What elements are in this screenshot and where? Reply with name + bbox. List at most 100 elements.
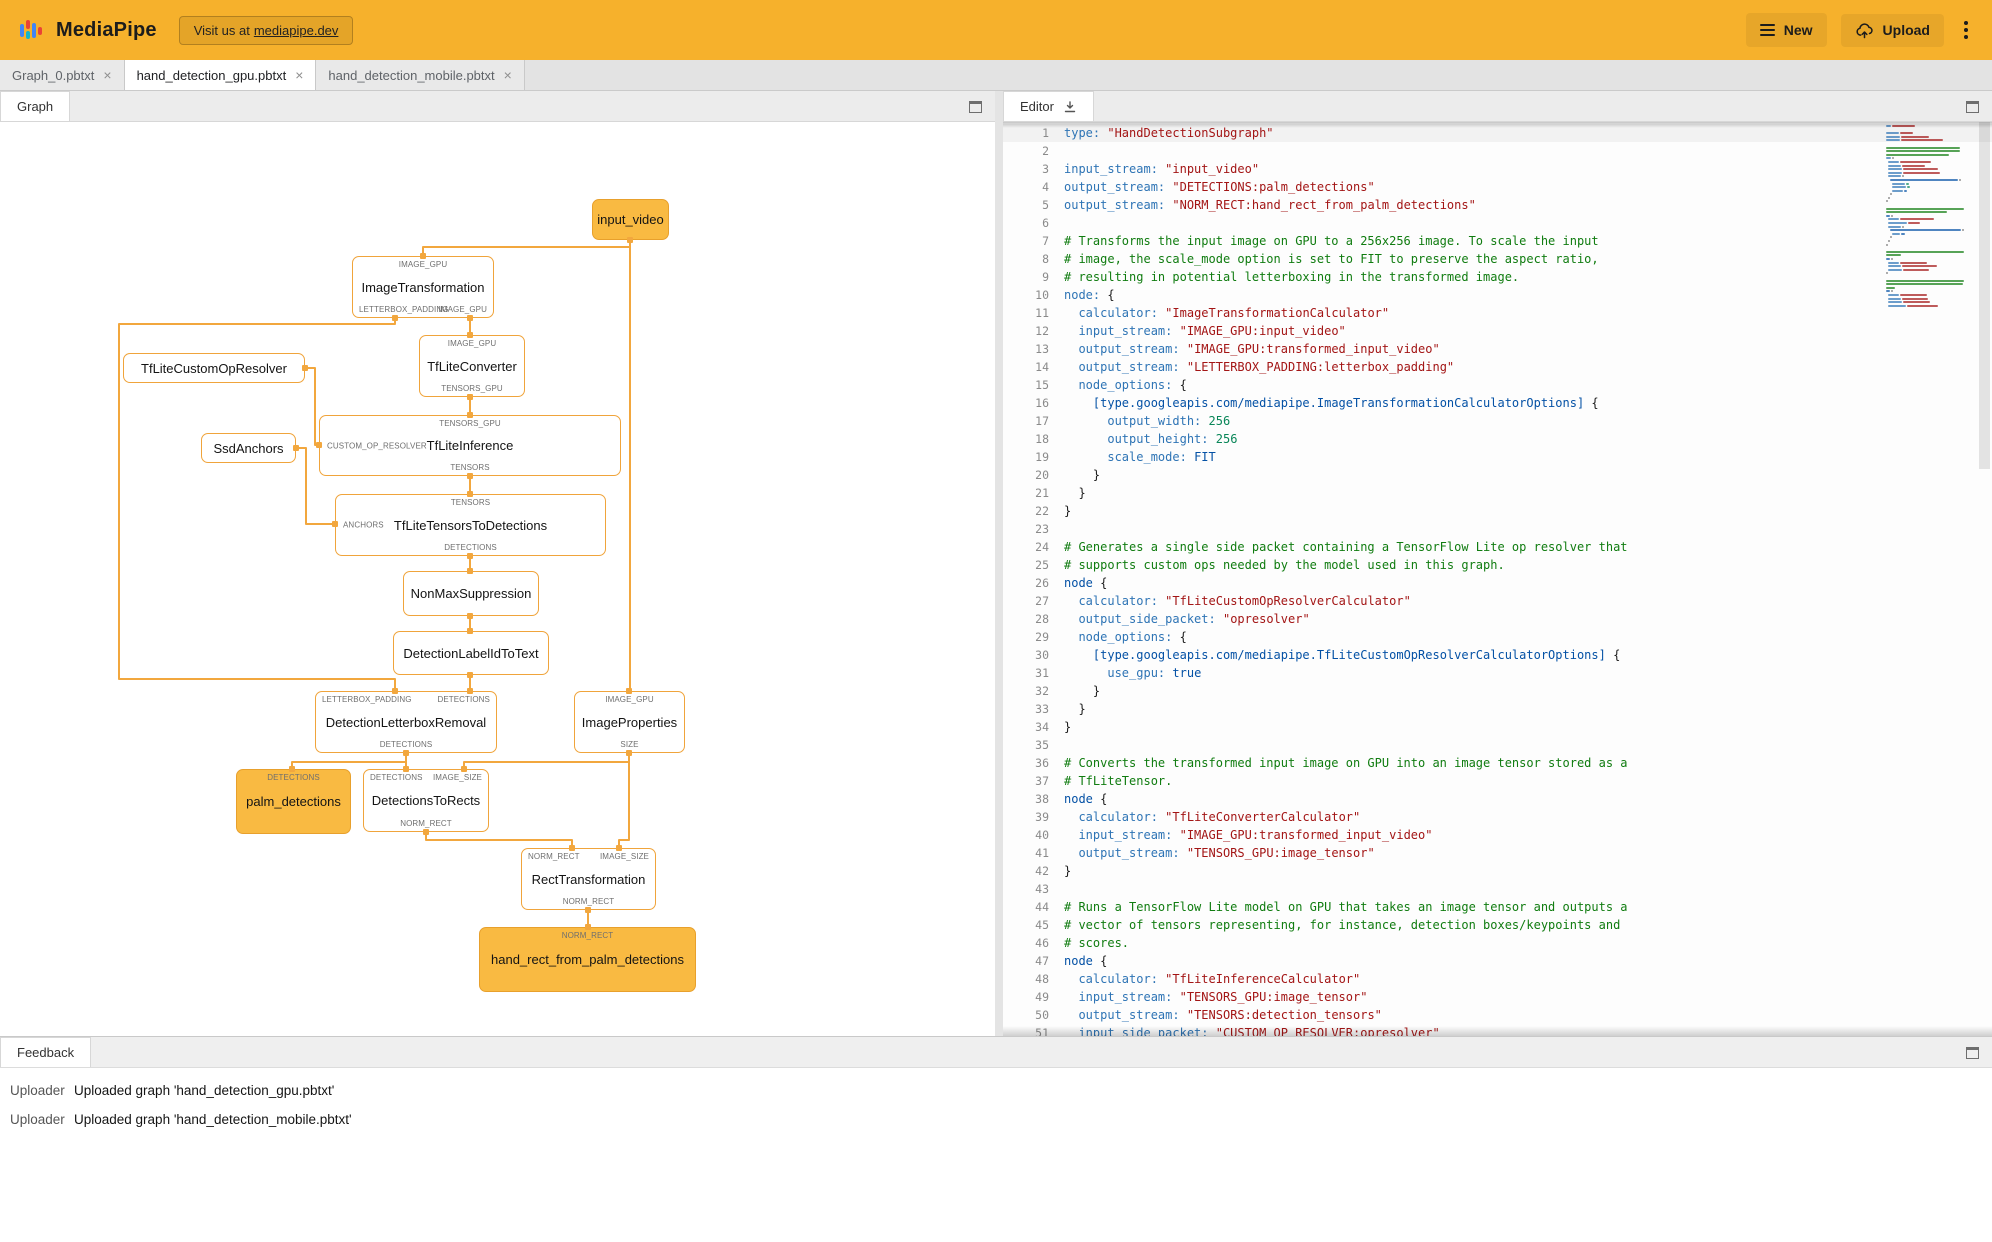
code-line[interactable]: 1 type: "HandDetectionSubgraph" (1003, 124, 1992, 142)
code-line[interactable]: 16 [type.googleapis.com/mediapipe.ImageT… (1003, 394, 1992, 412)
code-line[interactable]: 21 } (1003, 484, 1992, 502)
code-line[interactable]: 27 calculator: "TfLiteCustomOpResolverCa… (1003, 592, 1992, 610)
code-line[interactable]: 39 calculator: "TfLiteConverterCalculato… (1003, 808, 1992, 826)
code-line[interactable]: 50 output_stream: "TENSORS:detection_ten… (1003, 1006, 1992, 1024)
code-line[interactable]: 18 output_height: 256 (1003, 430, 1992, 448)
graph-node-image_properties[interactable]: ImageProperties IMAGE_GPU SIZE (574, 691, 685, 753)
node-label: hand_rect_from_palm_detections (491, 952, 684, 967)
feedback-maximize-icon[interactable] (1966, 1047, 1979, 1059)
graph-node-hand_rect_from_palm_detections[interactable]: hand_rect_from_palm_detections NORM_RECT (479, 927, 696, 992)
file-tab[interactable]: hand_detection_gpu.pbtxt × (124, 60, 317, 90)
graph-node-detection_label_id_to_text[interactable]: DetectionLabelIdToText (393, 631, 549, 675)
code-line[interactable]: 19 scale_mode: FIT (1003, 448, 1992, 466)
code-line[interactable]: 14 output_stream: "LETTERBOX_PADDING:let… (1003, 358, 1992, 376)
graph-node-detections_to_rects[interactable]: DetectionsToRects DETECTIONS IMAGE_SIZE NOR… (363, 769, 489, 832)
code-line[interactable]: 20 } (1003, 466, 1992, 484)
graph-node-ssd_anchors[interactable]: SsdAnchors (201, 433, 296, 463)
file-tab[interactable]: hand_detection_mobile.pbtxt × (316, 60, 525, 90)
code-line[interactable]: 5 output_stream: "NORM_RECT:hand_rect_fro… (1003, 196, 1992, 214)
code-line[interactable]: 44 # Runs a TensorFlow Lite model on GPU … (1003, 898, 1992, 916)
code-line[interactable]: 9 # resulting in potential letterboxing i… (1003, 268, 1992, 286)
node-label: input_video (597, 212, 664, 227)
graph-node-rect_transformation[interactable]: RectTransformation NORM_RECT IMAGE_SIZE NOR… (521, 848, 656, 910)
code-line[interactable]: 41 output_stream: "TENSORS_GPU:image_ten… (1003, 844, 1992, 862)
code-line[interactable]: 15 node_options: { (1003, 376, 1992, 394)
line-number: 2 (1042, 144, 1049, 158)
code-line[interactable]: 4 output_stream: "DETECTIONS:palm_detecti… (1003, 178, 1992, 196)
code-line[interactable]: 26 node { (1003, 574, 1992, 592)
code-line[interactable]: 46 # scores. (1003, 934, 1992, 952)
code-line[interactable]: 47 node { (1003, 952, 1992, 970)
line-number: 44 (1035, 900, 1049, 914)
tab-close-icon[interactable]: × (103, 68, 111, 82)
minimap-line (1886, 257, 1974, 260)
code-line[interactable]: 24 # Generates a single side packet conta… (1003, 538, 1992, 556)
new-button[interactable]: New (1745, 13, 1827, 47)
code-line[interactable]: 42} (1003, 862, 1992, 880)
code-line[interactable]: 34} (1003, 718, 1992, 736)
code-line[interactable]: 38 node { (1003, 790, 1992, 808)
tab-feedback[interactable]: Feedback (0, 1037, 92, 1067)
minimap-line (1886, 297, 1974, 300)
node-label: ImageTransformation (361, 279, 485, 295)
more-options-icon[interactable] (1958, 17, 1974, 43)
vertical-scrollbar[interactable] (1977, 122, 1992, 1036)
code-line[interactable]: 2 (1003, 142, 1992, 160)
code-line[interactable]: 51 input_side_packet: "CUSTOM_OP_RESOLVE… (1003, 1024, 1992, 1036)
port-label: CUSTOM_OP_RESOLVER (327, 441, 427, 450)
graph-node-tflite_inference[interactable]: TfLiteInference TENSORS_GPU CUSTOM_OP_RESO… (319, 415, 621, 476)
code-line[interactable]: 17 output_width: 256 (1003, 412, 1992, 430)
download-icon[interactable] (1063, 100, 1077, 114)
tab-close-icon[interactable]: × (504, 68, 512, 82)
code-text: output_stream: "TENSORS:detection_tensor… (1078, 1008, 1382, 1022)
graph-node-tflite_converter[interactable]: TfLiteConverter IMAGE_GPU TENSORS_GPU (419, 335, 525, 397)
code-line[interactable]: 29 node_options: { (1003, 628, 1992, 646)
scrollbar-thumb[interactable] (1979, 122, 1990, 470)
code-line[interactable]: 36 # Converts the transformed input image… (1003, 754, 1992, 772)
editor-maximize-icon[interactable] (1966, 101, 1979, 113)
code-line[interactable]: 8 # image, the scale_mode option is set t… (1003, 250, 1992, 268)
upload-button[interactable]: Upload (1840, 13, 1944, 47)
code-line[interactable]: 35 (1003, 736, 1992, 754)
code-line[interactable]: 25 # supports custom ops needed by the mo… (1003, 556, 1992, 574)
code-line[interactable]: 43 (1003, 880, 1992, 898)
code-text: } (1064, 468, 1101, 482)
code-line[interactable]: 22} (1003, 502, 1992, 520)
code-line[interactable]: 40 input_stream: "IMAGE_GPU:transformed_… (1003, 826, 1992, 844)
tab-editor[interactable]: Editor (1003, 91, 1094, 121)
tab-graph[interactable]: Graph (0, 91, 71, 121)
code-line[interactable]: 28 output_side_packet: "opresolver" (1003, 610, 1992, 628)
code-line[interactable]: 7 # Transforms the input image on GPU to … (1003, 232, 1992, 250)
graph-maximize-icon[interactable] (969, 101, 982, 113)
graph-node-non_max_suppression[interactable]: NonMaxSuppression (403, 571, 539, 616)
code-line[interactable]: 3 input_stream: "input_video" (1003, 160, 1992, 178)
graph-node-palm_detections[interactable]: palm_detections DETECTIONS (236, 769, 351, 834)
code-line[interactable]: 37 # TfLiteTensor. (1003, 772, 1992, 790)
graph-node-tflite_custom_op_resolver[interactable]: TfLiteCustomOpResolver (123, 353, 305, 383)
code-line[interactable]: 31 use_gpu: true (1003, 664, 1992, 682)
minimap[interactable] (1886, 125, 1974, 1036)
graph-node-input_video[interactable]: input_video (592, 199, 669, 240)
graph-node-image_transformation[interactable]: ImageTransformation IMAGE_GPU LETTERBOX_PA… (352, 256, 494, 318)
graph-node-detection_letterbox_removal[interactable]: DetectionLetterboxRemoval LETTERBOX_PADDI… (315, 691, 497, 753)
code-line[interactable]: 23 (1003, 520, 1992, 538)
code-line[interactable]: 6 (1003, 214, 1992, 232)
code-editor[interactable]: 1 type: "HandDetectionSubgraph" 2 3 input_st… (1003, 122, 1992, 1036)
panel-divider[interactable] (995, 91, 1003, 1036)
code-line[interactable]: 33 } (1003, 700, 1992, 718)
code-line[interactable]: 48 calculator: "TfLiteInferenceCalculato… (1003, 970, 1992, 988)
code-text: type: "HandDetectionSubgraph" (1064, 126, 1274, 140)
code-line[interactable]: 11 calculator: "ImageTransformationCalcu… (1003, 304, 1992, 322)
graph-node-tflite_tensors_to_detections[interactable]: TfLiteTensorsToDetections TENSORS ANCHORS D… (335, 494, 606, 556)
code-line[interactable]: 45 # vector of tensors representing, for … (1003, 916, 1992, 934)
visit-link[interactable]: mediapipe.dev (254, 23, 339, 38)
tab-close-icon[interactable]: × (295, 68, 303, 82)
file-tab[interactable]: Graph_0.pbtxt × (0, 60, 125, 90)
code-line[interactable]: 32 } (1003, 682, 1992, 700)
code-line[interactable]: 10 node: { (1003, 286, 1992, 304)
code-line[interactable]: 13 output_stream: "IMAGE_GPU:transformed… (1003, 340, 1992, 358)
app-root: MediaPipe Visit us at mediapipe.dev New … (0, 0, 1992, 1242)
code-line[interactable]: 12 input_stream: "IMAGE_GPU:input_video" (1003, 322, 1992, 340)
code-line[interactable]: 30 [type.googleapis.com/mediapipe.TfLite… (1003, 646, 1992, 664)
code-line[interactable]: 49 input_stream: "TENSORS_GPU:image_tens… (1003, 988, 1992, 1006)
